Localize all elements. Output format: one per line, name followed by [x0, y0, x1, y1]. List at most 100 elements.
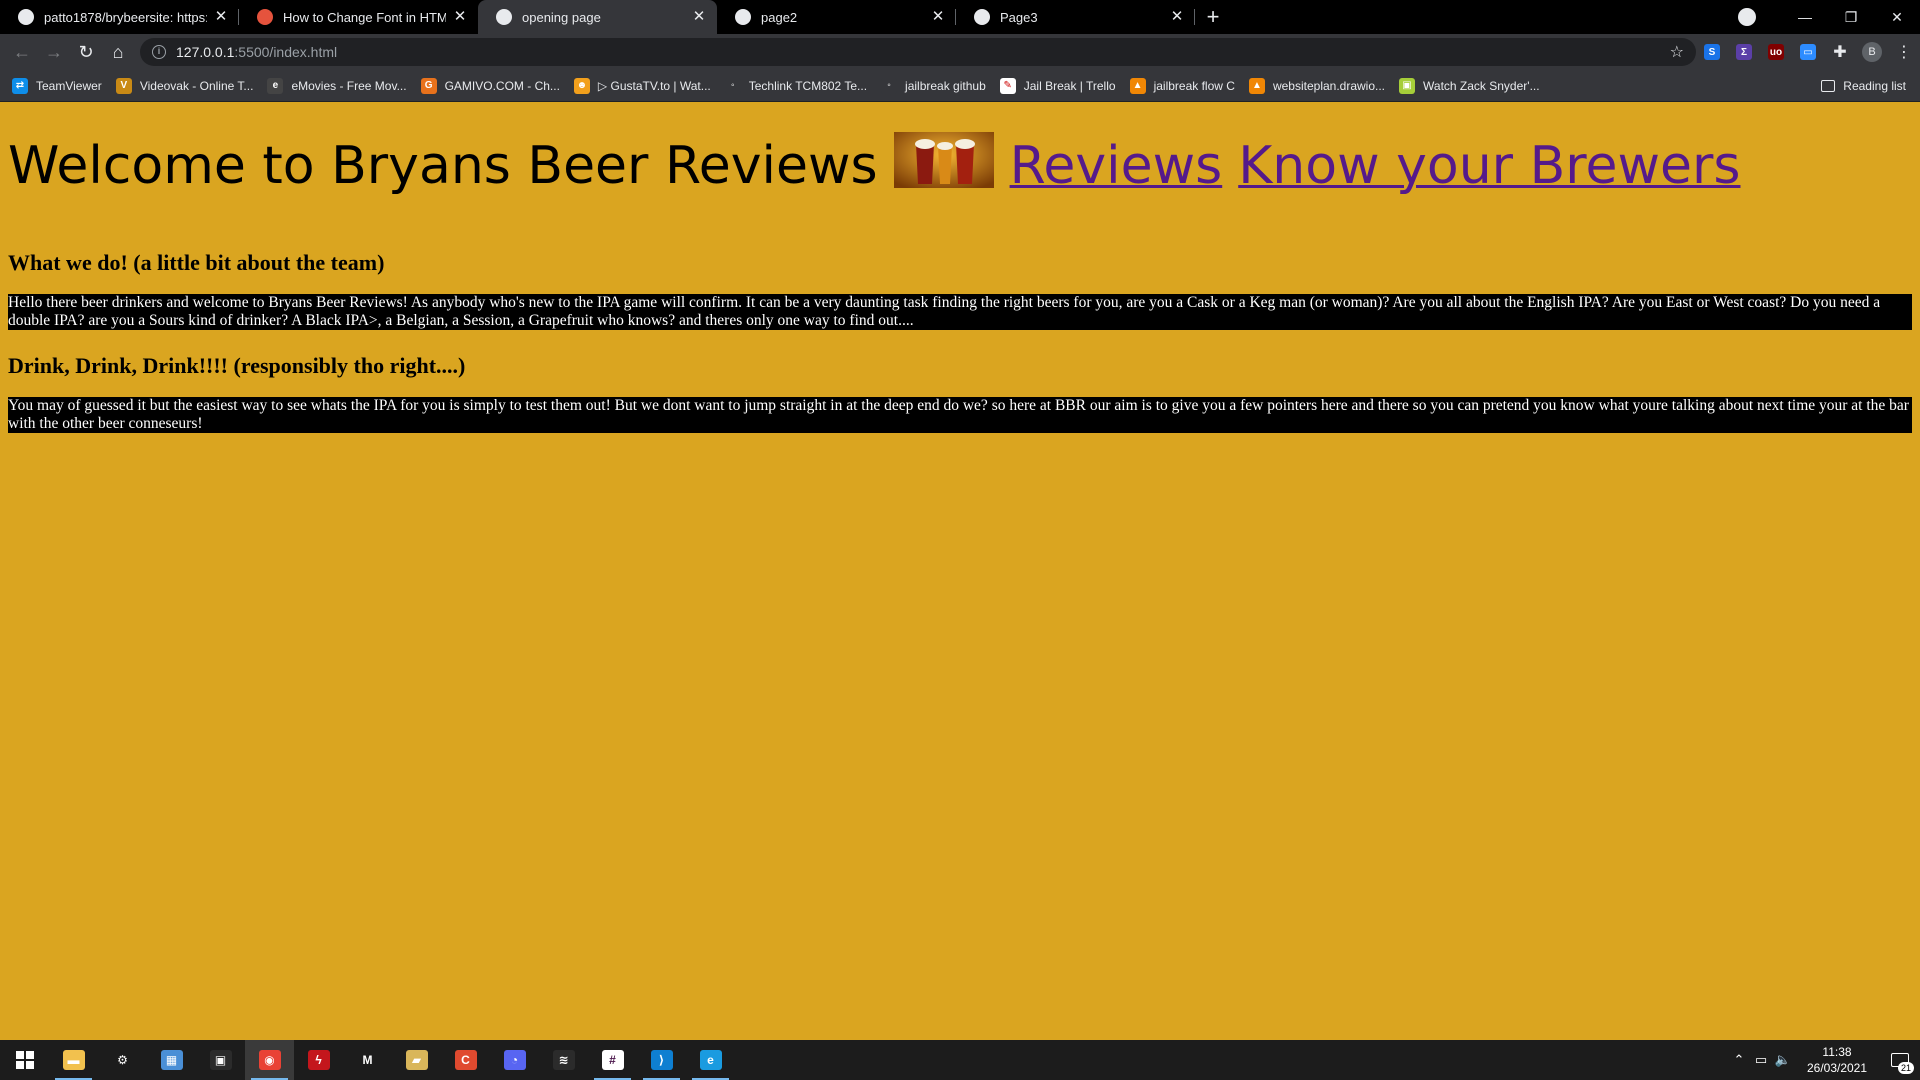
bookmark-label: websiteplan.drawio...	[1272, 78, 1386, 93]
browser-tab[interactable]: page2 ✕	[717, 0, 956, 34]
taskbar-app-vscode[interactable]: ⟩	[637, 1040, 686, 1080]
bookmark-item[interactable]: ◦ Techlink TCM802 Te...	[724, 77, 868, 94]
close-tab-icon[interactable]: ✕	[213, 9, 229, 25]
bookmark-item[interactable]: ✎ Jail Break | Trello	[999, 77, 1116, 94]
taskbar-app-folder[interactable]: ▰	[392, 1040, 441, 1080]
bookmark-item[interactable]: ☻ ▷ GustaTV.to | Wat...	[573, 77, 711, 94]
avatar: B	[1862, 42, 1882, 62]
bookmark-item[interactable]: V Videovak - Online T...	[115, 77, 253, 94]
taskbar-app-slack[interactable]: #	[588, 1040, 637, 1080]
bookmark-item[interactable]: ◦ jailbreak github	[881, 77, 986, 94]
new-tab-icon[interactable]: +	[1199, 0, 1227, 34]
volume-icon[interactable]: 🔈	[1772, 1040, 1794, 1080]
profile-indicator-icon[interactable]	[1738, 8, 1756, 26]
stack-icon: ≋	[552, 1050, 575, 1070]
bookmark-item[interactable]: ▲ jailbreak flow C	[1129, 77, 1235, 94]
bookmark-label: Techlink TCM802 Te...	[748, 78, 868, 93]
bookmark-label: jailbreak github	[905, 78, 986, 93]
extension-button[interactable]: S	[1696, 36, 1728, 68]
clock-date: 26/03/2021	[1806, 1061, 1868, 1075]
folder-icon: ▰	[405, 1050, 428, 1070]
taskbar-app-store[interactable]: ▣	[196, 1040, 245, 1080]
reviews-link[interactable]: Reviews	[1010, 136, 1223, 196]
discord-icon: ◔	[503, 1050, 526, 1070]
site-info-icon[interactable]: i	[152, 45, 166, 59]
bookmark-favicon-icon: ◦	[724, 77, 741, 94]
flash-icon: ϟ	[307, 1050, 330, 1070]
ccleaner-icon: C	[454, 1050, 477, 1070]
forward-arrow-icon[interactable]: →	[38, 36, 70, 68]
file-explorer-icon: ▬	[62, 1050, 85, 1070]
page-title: Welcome to Bryans Beer Reviews Reviews K…	[8, 132, 1756, 196]
taskbar-app-stack[interactable]: ≋	[539, 1040, 588, 1080]
close-tab-icon[interactable]: ✕	[1169, 9, 1185, 25]
globe-icon	[735, 9, 751, 25]
bookmark-item[interactable]: e eMovies - Free Mov...	[267, 77, 407, 94]
extensions-puzzle-icon[interactable]: ✚	[1824, 36, 1856, 68]
start-button[interactable]	[0, 1040, 49, 1080]
bookmark-favicon-icon: ◦	[881, 77, 898, 94]
address-bar[interactable]: i 127.0.0.1:5500/index.html ☆	[140, 38, 1696, 66]
section-heading-about: What we do! (a little bit about the team…	[8, 250, 385, 275]
tab-title: How to Change Font in HTML	[283, 9, 446, 25]
extension-icon: S	[1704, 44, 1720, 60]
extension-icon: uo	[1768, 44, 1784, 60]
clock[interactable]: 11:38 26/03/2021	[1800, 1044, 1874, 1076]
tray-overflow-icon[interactable]: ⌃	[1728, 1040, 1750, 1080]
taskbar-app-malwarebytes[interactable]: M	[343, 1040, 392, 1080]
browser-tab[interactable]: How to Change Font in HTML ✕	[239, 0, 478, 34]
close-window-button[interactable]: ✕	[1874, 0, 1920, 34]
taskbar-app-control-panel[interactable]: ▦	[147, 1040, 196, 1080]
bookmark-favicon-icon: ☻	[573, 77, 590, 94]
reading-list-button[interactable]: Reading list	[1821, 70, 1906, 102]
extension-icon: ▭	[1800, 44, 1816, 60]
extension-button[interactable]: Σ	[1728, 36, 1760, 68]
bookmark-item[interactable]: ⇄ TeamViewer	[12, 77, 102, 94]
restore-button[interactable]: ❐	[1828, 0, 1874, 34]
taskbar-app-edge[interactable]: e	[686, 1040, 735, 1080]
taskbar-apps: ▬ ⚙ ▦ ▣ ◉ ϟ M ▰ C ◔ ≋ # ⟩ e	[49, 1040, 735, 1080]
bookmark-label: Watch Zack Snyder'...	[1423, 78, 1540, 93]
bookmark-label: jailbreak flow C	[1153, 78, 1235, 93]
bookmark-item[interactable]: ▲ websiteplan.drawio...	[1248, 77, 1386, 94]
bookmark-favicon-icon: ✎	[999, 77, 1016, 94]
taskbar-app-discord[interactable]: ◔	[490, 1040, 539, 1080]
vscode-icon: ⟩	[650, 1050, 673, 1070]
bookmark-star-icon[interactable]: ☆	[1670, 42, 1684, 62]
extension-button[interactable]: ▭	[1792, 36, 1824, 68]
network-icon[interactable]: ▭	[1750, 1040, 1772, 1080]
bookmark-favicon-icon: e	[267, 77, 284, 94]
home-icon[interactable]: ⌂	[102, 36, 134, 68]
extension-icon: Σ	[1736, 44, 1752, 60]
browser-tab[interactable]: Page3 ✕	[956, 0, 1195, 34]
bookmark-favicon-icon: ▲	[1248, 77, 1265, 94]
close-tab-icon[interactable]: ✕	[691, 9, 707, 25]
notifications-button[interactable]: 21	[1880, 1040, 1920, 1080]
chrome-icon: ◉	[258, 1050, 281, 1070]
bookmark-item[interactable]: ▣ Watch Zack Snyder'...	[1399, 77, 1540, 94]
window-controls: — ❐ ✕	[1738, 0, 1920, 34]
close-tab-icon[interactable]: ✕	[452, 9, 468, 25]
menu-kebab-icon[interactable]: ⋮	[1888, 36, 1920, 68]
profile-button[interactable]: B	[1856, 36, 1888, 68]
browser-tab[interactable]: opening page ✕	[478, 0, 717, 34]
taskbar-app-settings[interactable]: ⚙	[98, 1040, 147, 1080]
tab-title: patto1878/brybeersite: https://pa	[44, 9, 207, 25]
taskbar-app-chrome[interactable]: ◉	[245, 1040, 294, 1080]
browser-tab[interactable]: patto1878/brybeersite: https://pa ✕	[0, 0, 239, 34]
close-tab-icon[interactable]: ✕	[930, 9, 946, 25]
reload-icon[interactable]: ↻	[70, 36, 102, 68]
html-icon	[257, 9, 273, 25]
back-arrow-icon[interactable]: ←	[6, 36, 38, 68]
address-host: 127.0.0.1	[176, 44, 235, 60]
taskbar-app-file-explorer[interactable]: ▬	[49, 1040, 98, 1080]
bookmark-item[interactable]: G GAMIVO.COM - Ch...	[420, 77, 560, 94]
control-panel-icon: ▦	[160, 1050, 183, 1070]
taskbar-app-ccleaner[interactable]: C	[441, 1040, 490, 1080]
taskbar-app-flash[interactable]: ϟ	[294, 1040, 343, 1080]
address-path: :5500/index.html	[234, 44, 338, 60]
extension-button[interactable]: uo	[1760, 36, 1792, 68]
minimize-button[interactable]: —	[1782, 0, 1828, 34]
know-your-brewers-link[interactable]: Know your Brewers	[1238, 136, 1740, 196]
bookmark-favicon-icon: ▣	[1399, 77, 1416, 94]
